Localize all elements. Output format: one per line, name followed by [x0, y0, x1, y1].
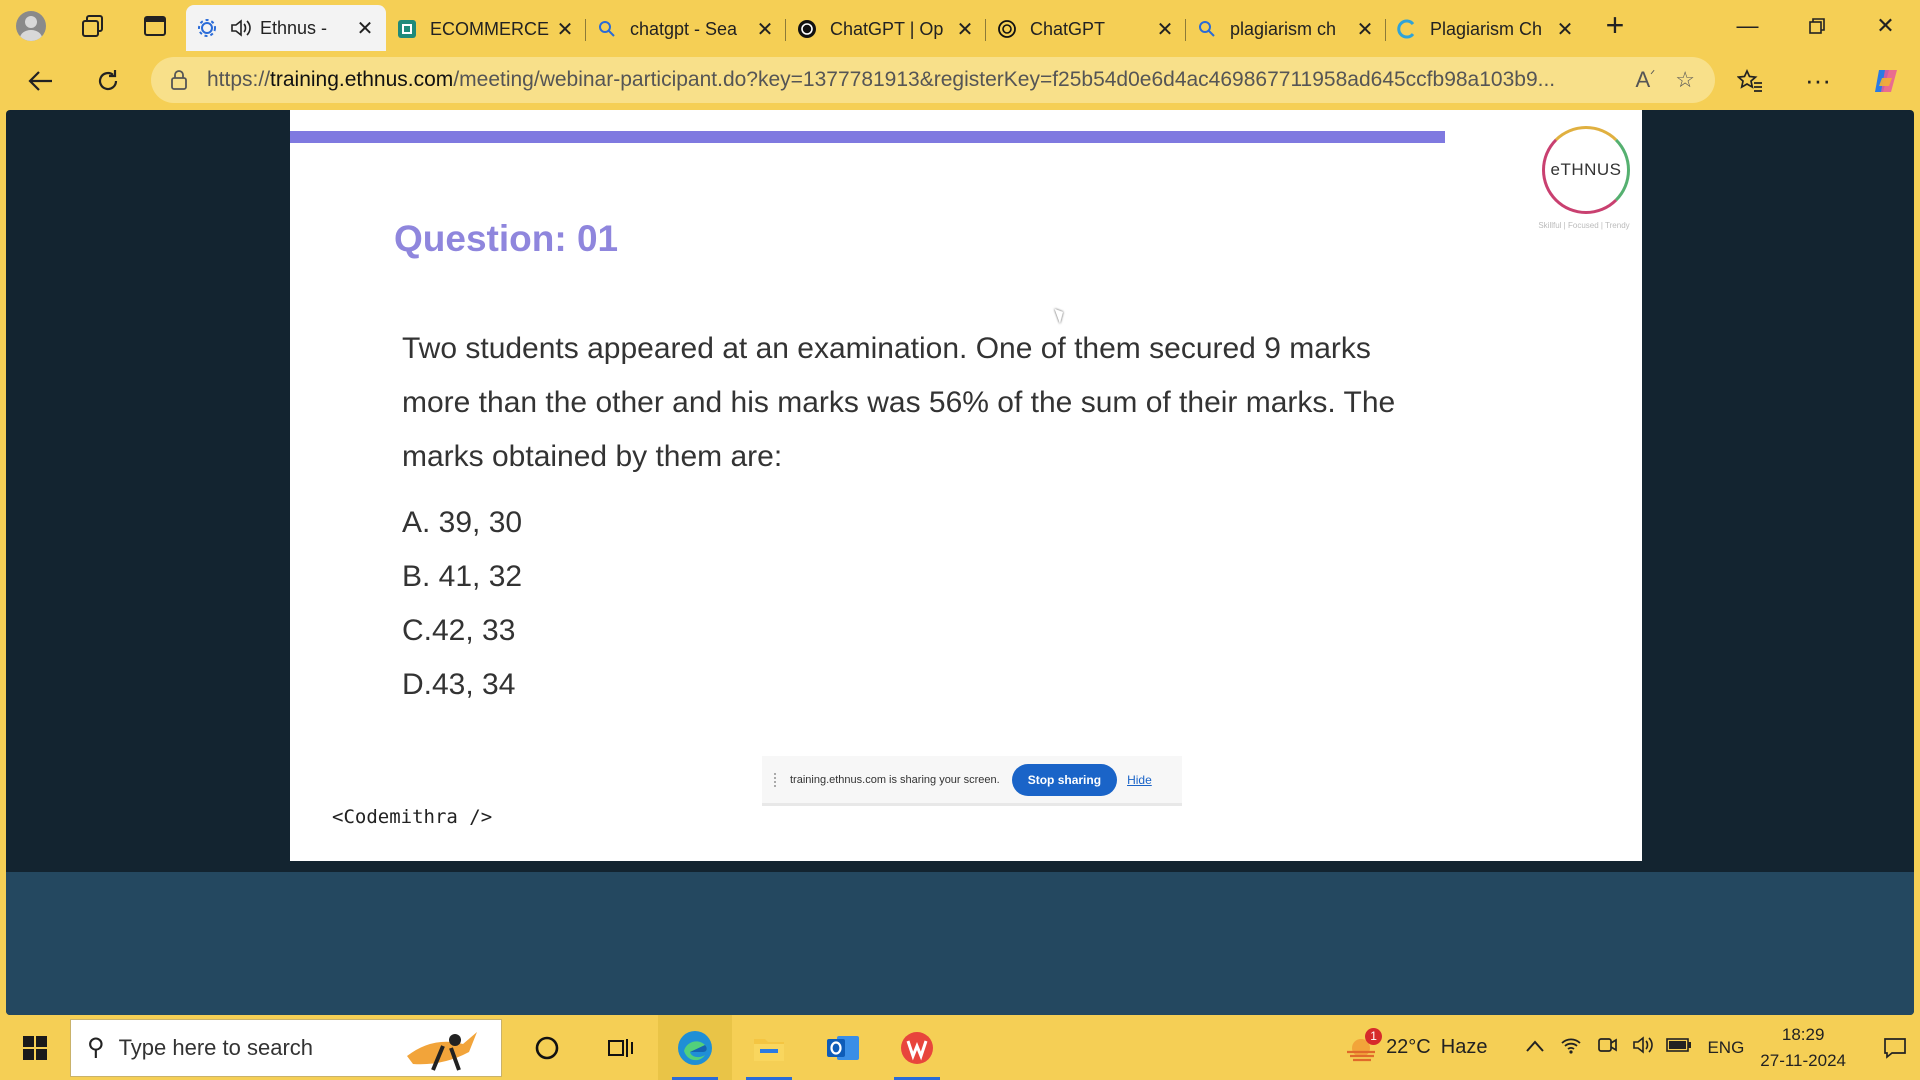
chevron-up-icon[interactable] — [1517, 1036, 1553, 1059]
option-c: C.42, 33 — [402, 614, 516, 647]
url-text[interactable]: https://training.ethnus.com/meeting/webi… — [207, 68, 1635, 92]
cortana-icon[interactable] — [510, 1015, 584, 1080]
restore-icon[interactable] — [1782, 0, 1851, 51]
plagiarism-site-icon — [1396, 18, 1418, 40]
file-explorer-icon[interactable] — [732, 1015, 806, 1080]
bing-search-icon — [1196, 18, 1218, 40]
footer-brand: <Codemithra /> — [332, 806, 493, 828]
new-tab-button[interactable]: + — [1586, 0, 1644, 51]
haze-weather-icon: 1 — [1344, 1027, 1383, 1062]
volume-icon[interactable] — [1625, 1035, 1661, 1061]
favorite-star-icon[interactable]: ☆ — [1675, 67, 1695, 93]
tab-label: ChatGPT | Op — [830, 18, 944, 39]
tab-strip: Ethnus - ✕ ECOMMERCE ✕ chatgpt - Sea ✕ C… — [186, 0, 1586, 51]
copilot-icon[interactable] — [1852, 51, 1920, 110]
audio-playing-icon[interactable] — [230, 17, 252, 39]
stop-sharing-button[interactable]: Stop sharing — [1011, 763, 1118, 796]
profile-avatar-icon[interactable] — [0, 0, 62, 51]
taskbar-search[interactable]: ⚲ Type here to search — [70, 1018, 502, 1077]
tab-label: ECOMMERCE — [430, 18, 550, 39]
weather-widget[interactable]: 1 22°C Haze — [1344, 1027, 1488, 1062]
system-tray: 1 22°C Haze ENG 18:29 27-11-2024 — [1344, 1015, 1920, 1080]
close-icon[interactable]: ✕ — [554, 17, 576, 42]
shared-slide: eTHNUS Skillful | Focused | Trendy Quest… — [290, 110, 1642, 861]
more-options-icon[interactable]: ··· — [1784, 51, 1852, 110]
bing-search-icon — [596, 18, 618, 40]
close-icon[interactable]: ✕ — [1354, 17, 1376, 42]
option-a: A. 39, 30 — [402, 506, 523, 539]
wifi-icon[interactable] — [1553, 1035, 1589, 1061]
question-title: Question: 01 — [394, 218, 619, 259]
openai-icon — [796, 18, 818, 40]
close-window-icon[interactable]: ✕ — [1851, 0, 1920, 51]
ecommerce-site-icon — [396, 18, 418, 40]
tab-label: ChatGPT — [1030, 18, 1106, 39]
input-language[interactable]: ENG — [1707, 1038, 1744, 1058]
read-aloud-icon[interactable]: Aᐟ — [1635, 67, 1655, 93]
start-button[interactable] — [0, 1015, 70, 1080]
close-icon[interactable]: ✕ — [354, 16, 376, 41]
close-icon[interactable]: ✕ — [954, 17, 976, 42]
ethnus-gear-icon — [196, 17, 218, 39]
windows-taskbar: ⚲ Type here to search 1 22°C Haze ENG 18… — [0, 1015, 1920, 1080]
meet-now-icon[interactable] — [1589, 1035, 1625, 1061]
screen-share-notice: training.ethnus.com is sharing your scre… — [762, 756, 1182, 806]
question-text: Two students appeared at an examination.… — [402, 332, 1396, 473]
drag-handle-icon[interactable] — [774, 772, 780, 787]
close-icon[interactable]: ✕ — [754, 17, 776, 42]
option-b: B. 41, 32 — [402, 560, 523, 593]
tab-label: Ethnus - — [260, 17, 328, 38]
tab-chatgpt[interactable]: ChatGPT ✕ — [986, 7, 1186, 51]
search-placeholder: Type here to search — [118, 1034, 314, 1060]
tab-chatgpt-search[interactable]: chatgpt - Sea ✕ — [586, 7, 786, 51]
wps-office-icon[interactable] — [880, 1015, 954, 1080]
tab-label: Plagiarism Ch — [1430, 18, 1543, 39]
search-icon: ⚲ — [87, 1034, 105, 1061]
back-icon[interactable] — [10, 51, 72, 110]
title-bar: Ethnus - ✕ ECOMMERCE ✕ chatgpt - Sea ✕ C… — [0, 0, 1920, 51]
logo-tagline: Skillful | Focused | Trendy — [1538, 221, 1630, 230]
tab-plagiarism-checker[interactable]: Plagiarism Ch ✕ — [1386, 7, 1586, 51]
minimize-icon[interactable]: — — [1713, 0, 1782, 51]
close-icon[interactable]: ✕ — [1554, 17, 1576, 42]
tab-ecommerce[interactable]: ECOMMERCE ✕ — [386, 7, 586, 51]
weather-temperature: 22°C — [1386, 1036, 1431, 1058]
slide-accent-bar — [290, 131, 1445, 143]
lock-icon[interactable] — [151, 69, 207, 91]
tab-ethnus[interactable]: Ethnus - ✕ — [186, 5, 386, 51]
answer-options: A. 39, 30 B. 41, 32 C.42, 33 D.43, 34 — [402, 496, 522, 712]
tab-chatgpt-openai[interactable]: ChatGPT | Op ✕ — [786, 7, 986, 51]
webinar-viewport: eTHNUS Skillful | Focused | Trendy Quest… — [6, 110, 1914, 1015]
search-highlight-illustration — [407, 1031, 477, 1071]
tab-label: chatgpt - Sea — [630, 18, 738, 39]
ethnus-logo: eTHNUS — [1542, 126, 1630, 214]
windows-logo-icon — [23, 1035, 47, 1060]
battery-icon[interactable] — [1661, 1036, 1697, 1059]
weather-alert-badge: 1 — [1365, 1027, 1383, 1045]
favorites-icon[interactable] — [1716, 51, 1784, 110]
address-bar[interactable]: https://training.ethnus.com/meeting/webi… — [151, 57, 1715, 103]
refresh-icon[interactable] — [77, 51, 139, 110]
weather-description: Haze — [1440, 1036, 1488, 1058]
option-d: D.43, 34 — [402, 668, 516, 701]
clock[interactable]: 18:29 27-11-2024 — [1760, 1022, 1846, 1074]
outlook-icon[interactable] — [806, 1015, 880, 1080]
tab-plagiarism-search[interactable]: plagiarism ch ✕ — [1186, 7, 1386, 51]
tab-label: plagiarism ch — [1230, 18, 1337, 39]
webinar-lower-panel — [6, 872, 1914, 1015]
task-view-icon[interactable] — [584, 1015, 658, 1080]
navigation-bar: https://training.ethnus.com/meeting/webi… — [0, 51, 1920, 110]
close-icon[interactable]: ✕ — [1154, 17, 1176, 42]
logo-text: eTHNUS — [1550, 160, 1622, 179]
edge-taskbar-icon[interactable] — [658, 1015, 732, 1080]
openai-icon — [996, 18, 1018, 40]
clock-date: 27-11-2024 — [1760, 1050, 1846, 1070]
share-message: training.ethnus.com is sharing your scre… — [790, 773, 1000, 786]
notification-center-icon[interactable] — [1870, 1036, 1920, 1060]
workspaces-icon[interactable] — [62, 0, 124, 51]
tab-actions-icon[interactable] — [124, 0, 186, 51]
hide-link[interactable]: Hide — [1127, 773, 1152, 787]
clock-time: 18:29 — [1781, 1024, 1825, 1044]
